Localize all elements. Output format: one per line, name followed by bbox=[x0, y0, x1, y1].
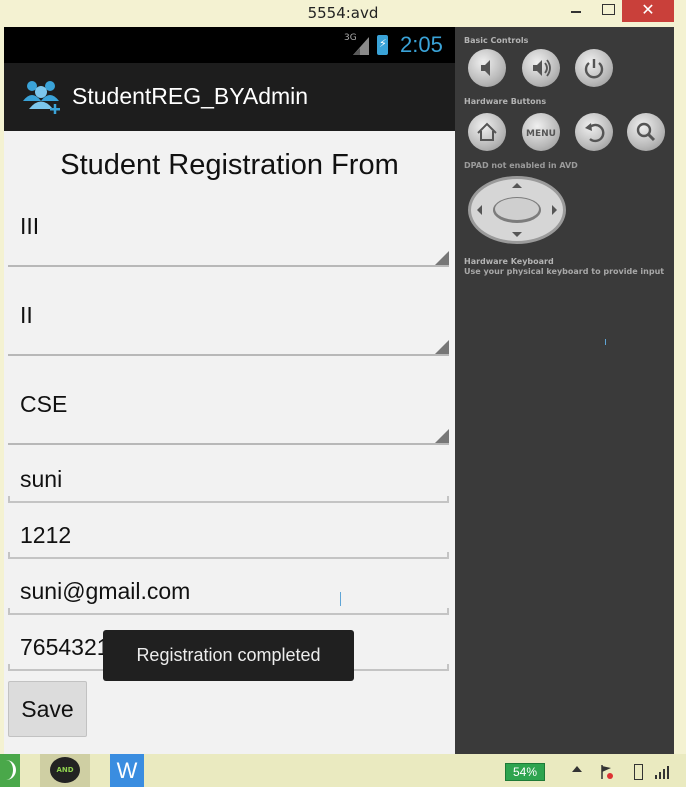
battery-icon[interactable] bbox=[634, 764, 643, 780]
year-spinner-value: III bbox=[20, 213, 40, 239]
volume-up-icon bbox=[533, 59, 551, 77]
dropdown-arrow-icon bbox=[435, 340, 449, 354]
minimize-button[interactable] bbox=[562, 0, 590, 22]
form-content: Student Registration From III II CSE sun… bbox=[4, 131, 455, 754]
rollno-field[interactable]: 1212 bbox=[8, 517, 449, 559]
spinner-underline bbox=[8, 265, 449, 267]
menu-button-label: MENU bbox=[526, 129, 556, 139]
close-button[interactable]: ✕ bbox=[622, 0, 674, 22]
window-titlebar: 5554:avd ✕ bbox=[0, 0, 686, 27]
hardware-keyboard-hint: Use your physical keyboard to provide in… bbox=[464, 267, 665, 276]
power-button[interactable] bbox=[575, 49, 613, 87]
android-emulator-icon: AND bbox=[50, 757, 80, 783]
email-field-value: suni@gmail.com bbox=[20, 578, 191, 604]
back-icon bbox=[585, 123, 605, 143]
taskbar-app-green[interactable] bbox=[0, 754, 20, 787]
menu-icon: MENU bbox=[526, 129, 556, 139]
maximize-button[interactable] bbox=[594, 0, 622, 22]
search-button[interactable] bbox=[627, 113, 665, 151]
battery-charging-icon bbox=[377, 35, 388, 55]
signal-icon bbox=[353, 37, 369, 55]
basic-controls-label: Basic Controls bbox=[464, 36, 529, 45]
cursor-mark bbox=[605, 339, 606, 345]
save-button[interactable]: Save bbox=[8, 681, 87, 737]
users-add-icon bbox=[23, 81, 60, 114]
name-field-value: suni bbox=[20, 466, 63, 492]
search-icon bbox=[636, 122, 656, 142]
taskbar: AND W bbox=[0, 754, 686, 787]
menu-button[interactable]: MENU bbox=[522, 113, 560, 151]
app-title: StudentREG_BYAdmin bbox=[72, 83, 309, 109]
home-icon bbox=[477, 122, 497, 141]
hardware-keyboard-label: Hardware Keyboard bbox=[464, 257, 554, 266]
dpad-control[interactable] bbox=[467, 175, 567, 245]
spinner-underline bbox=[8, 443, 449, 445]
dpad-label: DPAD not enabled in AVD bbox=[464, 161, 578, 170]
volume-up-button[interactable] bbox=[522, 49, 560, 87]
dropdown-arrow-icon bbox=[435, 429, 449, 443]
emulator-control-panel: Basic Controls Hardware Buttons MENU DPA… bbox=[455, 27, 674, 754]
action-bar: StudentREG_BYAdmin bbox=[4, 63, 455, 131]
taskbar-app-w[interactable]: W bbox=[110, 754, 144, 787]
toast-message: Registration completed bbox=[103, 630, 354, 681]
clock: 2:05 bbox=[400, 32, 443, 57]
action-center-flag-icon[interactable] bbox=[600, 764, 614, 780]
network-signal-icon[interactable] bbox=[654, 764, 670, 780]
device-screen: 3G 2:05 StudentREG_BYAdmin Student Regis… bbox=[4, 27, 455, 754]
hardware-buttons-label: Hardware Buttons bbox=[464, 97, 547, 106]
volume-down-button[interactable] bbox=[468, 49, 506, 87]
taskbar-android-emulator[interactable]: AND bbox=[40, 754, 90, 787]
field-underline bbox=[8, 608, 449, 615]
dropdown-arrow-icon bbox=[435, 251, 449, 265]
power-icon bbox=[584, 59, 604, 79]
field-underline bbox=[8, 496, 449, 503]
rollno-field-value: 1212 bbox=[20, 522, 72, 548]
status-bar: 3G 2:05 bbox=[4, 27, 455, 63]
battery-percent-badge[interactable]: 54% bbox=[505, 763, 545, 781]
year-spinner[interactable]: III bbox=[8, 207, 449, 267]
back-button[interactable] bbox=[575, 113, 613, 151]
volume-down-icon bbox=[481, 60, 490, 76]
branch-spinner[interactable]: CSE bbox=[8, 385, 449, 445]
field-underline bbox=[8, 552, 449, 559]
semester-spinner[interactable]: II bbox=[8, 296, 449, 356]
name-field[interactable]: suni bbox=[8, 461, 449, 503]
semester-spinner-value: II bbox=[20, 302, 33, 328]
email-field[interactable]: suni@gmail.com bbox=[8, 573, 449, 615]
home-button[interactable] bbox=[468, 113, 506, 151]
tray-expand-icon[interactable] bbox=[572, 766, 582, 772]
text-cursor bbox=[340, 592, 341, 606]
spinner-underline bbox=[8, 354, 449, 356]
branch-spinner-value: CSE bbox=[20, 391, 68, 417]
form-title: Student Registration From bbox=[60, 149, 399, 181]
